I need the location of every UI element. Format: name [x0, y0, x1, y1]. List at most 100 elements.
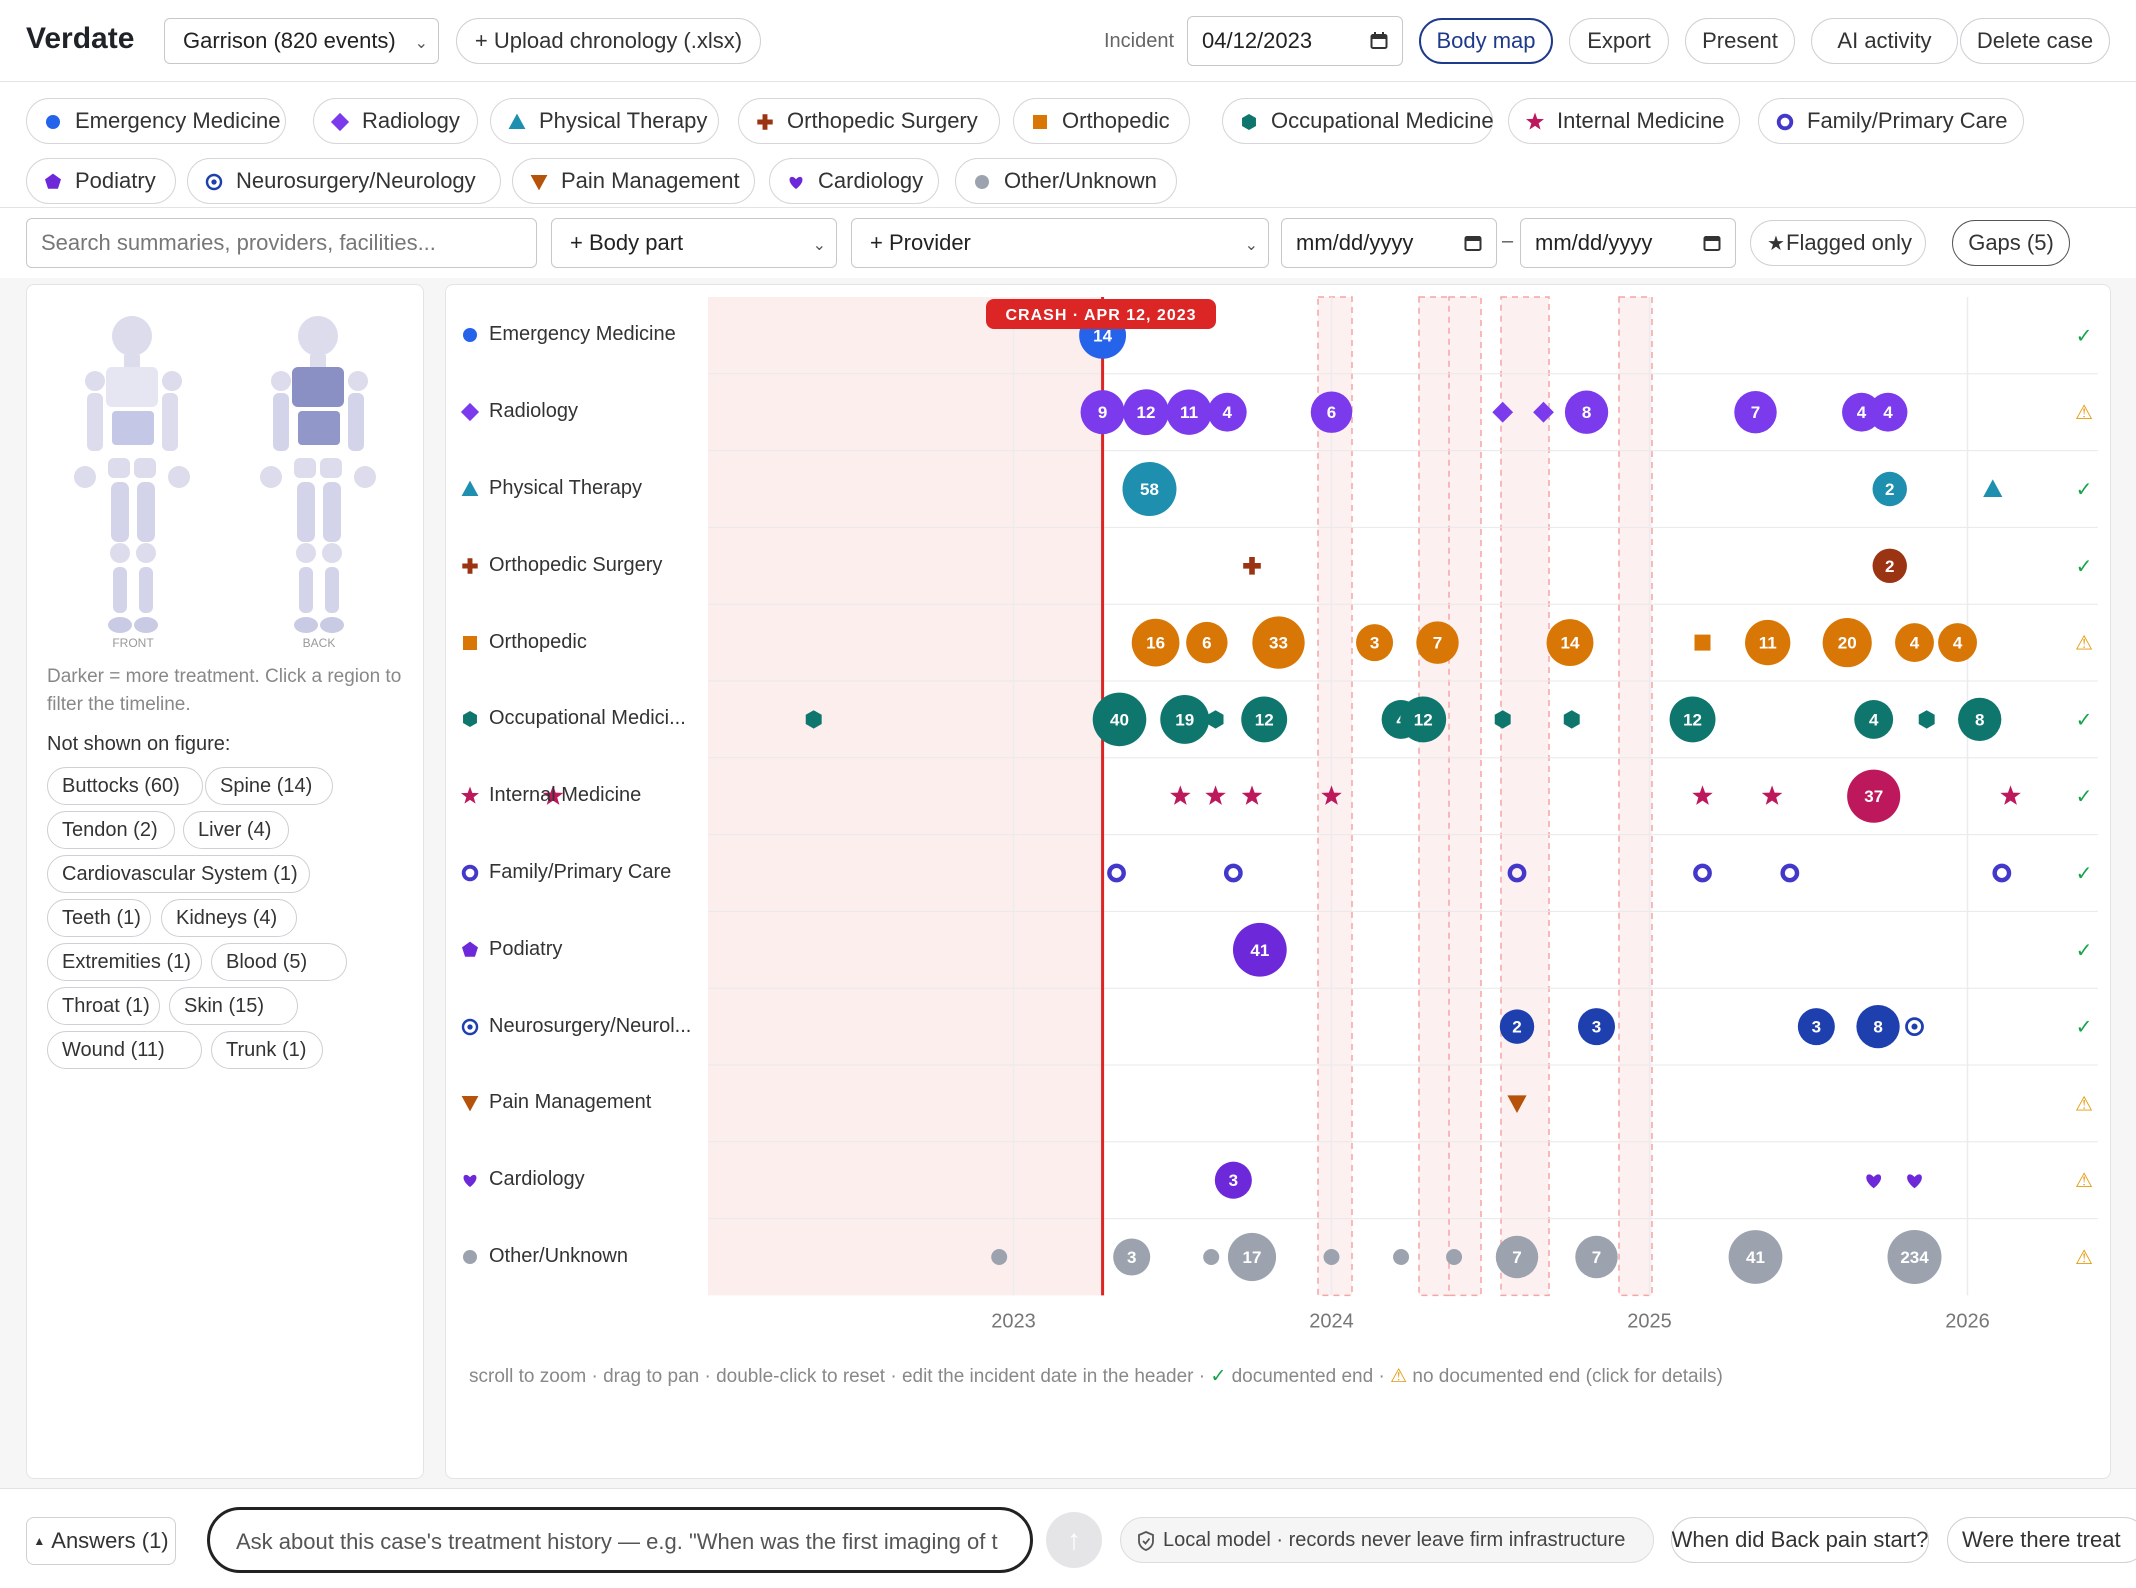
event-marker[interactable] — [1203, 1249, 1220, 1265]
event-marker[interactable] — [2000, 785, 2021, 805]
event-marker[interactable]: 4 — [1868, 392, 1908, 432]
event-marker[interactable]: 11 — [1166, 389, 1212, 435]
legend-chip-internal-medicine[interactable]: Internal Medicine — [1508, 98, 1740, 144]
suggestion-back-pain[interactable]: When did Back pain start? — [1671, 1517, 1929, 1563]
event-marker[interactable]: 8 — [1856, 1004, 1900, 1049]
ai-activity-button[interactable]: AI activity — [1811, 18, 1958, 64]
search-input[interactable]: Search summaries, providers, facilities.… — [26, 218, 537, 268]
event-marker[interactable]: 12 — [1400, 696, 1447, 743]
gap-band[interactable] — [1500, 296, 1550, 1297]
body-part-tag[interactable]: Kidneys (4) — [161, 899, 297, 937]
event-marker[interactable]: 7 — [1416, 621, 1459, 664]
event-marker[interactable] — [1992, 863, 2012, 883]
body-part-tag[interactable]: Wound (11) — [47, 1031, 202, 1069]
row-label[interactable]: Podiatry — [489, 938, 562, 961]
row-label[interactable]: Pain Management — [489, 1091, 651, 1114]
check-icon[interactable]: ✓ — [2076, 784, 2093, 808]
warning-icon[interactable]: ⚠ — [2075, 1168, 2093, 1192]
legend-chip-radiology[interactable]: Radiology — [313, 98, 478, 144]
row-label[interactable]: Other/Unknown — [489, 1245, 628, 1268]
event-marker[interactable]: 4 — [1854, 699, 1894, 739]
event-marker[interactable]: 3 — [1113, 1238, 1151, 1276]
body-map-button[interactable]: Body map — [1419, 18, 1553, 64]
event-marker[interactable]: 4 — [1207, 392, 1247, 432]
row-label[interactable]: Occupational Medici... — [489, 707, 686, 730]
event-marker[interactable]: 19 — [1160, 694, 1210, 744]
event-marker[interactable]: 41 — [1728, 1230, 1783, 1284]
suggestion-treatment[interactable]: Were there treat — [1947, 1517, 2136, 1563]
event-marker[interactable]: 58 — [1122, 462, 1177, 516]
event-marker[interactable]: 33 — [1252, 616, 1305, 669]
export-button[interactable]: Export — [1569, 18, 1669, 64]
warning-icon[interactable]: ⚠ — [2075, 1245, 2093, 1269]
body-part-tag[interactable]: Blood (5) — [211, 943, 347, 981]
event-marker[interactable]: 3 — [1797, 1008, 1835, 1046]
event-marker[interactable] — [1780, 863, 1800, 883]
event-marker[interactable]: 7 — [1734, 390, 1777, 434]
event-marker[interactable]: 7 — [1495, 1235, 1539, 1279]
legend-chip-physical-therapy[interactable]: Physical Therapy — [490, 98, 719, 144]
incident-date-input[interactable]: 04/12/2023 — [1187, 16, 1403, 66]
gap-band[interactable] — [1448, 296, 1482, 1297]
legend-chip-neurosurgery-neurology[interactable]: Neurosurgery/Neurology — [187, 158, 501, 204]
body-part-tag[interactable]: Buttocks (60) — [47, 767, 203, 805]
event-marker[interactable] — [1223, 863, 1243, 883]
event-marker[interactable] — [1905, 1017, 1924, 1036]
delete-case-button[interactable]: Delete case — [1960, 18, 2110, 64]
event-marker[interactable]: 40 — [1092, 692, 1147, 747]
check-icon[interactable]: ✓ — [2076, 554, 2093, 578]
row-label[interactable]: Physical Therapy — [489, 477, 642, 500]
check-icon[interactable]: ✓ — [2076, 707, 2093, 731]
event-marker[interactable]: 6 — [1310, 391, 1353, 433]
event-marker[interactable] — [1241, 785, 1263, 805]
event-marker[interactable]: 14 — [1546, 619, 1594, 667]
check-icon[interactable]: ✓ — [2076, 1015, 2093, 1039]
check-icon[interactable]: ✓ — [2076, 323, 2093, 347]
event-marker[interactable]: 37 — [1847, 769, 1901, 823]
event-marker[interactable]: 8 — [1564, 390, 1609, 434]
body-part-tag[interactable]: Skin (15) — [169, 987, 298, 1025]
send-button[interactable]: ↑ — [1046, 1512, 1102, 1568]
warning-icon[interactable]: ⚠ — [2075, 1091, 2093, 1115]
body-part-tag[interactable]: Throat (1) — [47, 987, 160, 1025]
event-marker[interactable]: 4 — [1895, 623, 1934, 663]
event-marker[interactable] — [1446, 1249, 1463, 1265]
event-marker[interactable]: 11 — [1745, 619, 1791, 666]
row-label[interactable]: Cardiology — [489, 1168, 585, 1191]
legend-chip-emergency-medicine[interactable]: Emergency Medicine — [26, 98, 286, 144]
warning-icon[interactable]: ⚠ — [2075, 631, 2093, 655]
event-marker[interactable] — [1907, 1174, 1922, 1189]
check-icon[interactable]: ✓ — [2076, 938, 2093, 962]
body-part-tag[interactable]: Liver (4) — [183, 811, 289, 849]
legend-chip-podiatry[interactable]: Podiatry — [26, 158, 176, 204]
event-marker[interactable]: 12 — [1241, 696, 1288, 743]
event-marker[interactable]: 6 — [1186, 621, 1228, 664]
row-label[interactable]: Orthopedic Surgery — [489, 554, 662, 577]
legend-chip-cardiology[interactable]: Cardiology — [769, 158, 939, 204]
gap-band[interactable] — [1418, 296, 1453, 1297]
event-marker[interactable]: 3 — [1577, 1008, 1616, 1046]
legend-chip-other-unknown[interactable]: Other/Unknown — [955, 158, 1177, 204]
event-marker[interactable] — [1693, 863, 1712, 883]
legend-chip-pain-management[interactable]: Pain Management — [512, 158, 755, 204]
check-icon[interactable]: ✓ — [2076, 477, 2093, 501]
event-marker[interactable]: 2 — [1872, 548, 1907, 584]
gap-band[interactable] — [1618, 296, 1653, 1297]
event-marker[interactable] — [1323, 1249, 1340, 1265]
event-marker[interactable]: 17 — [1227, 1232, 1277, 1282]
event-marker[interactable]: 20 — [1822, 618, 1872, 668]
event-marker[interactable]: 7 — [1575, 1235, 1618, 1279]
event-marker[interactable] — [1207, 710, 1224, 729]
event-marker[interactable]: 4 — [1938, 623, 1977, 663]
row-label[interactable]: Internal Medicine — [489, 784, 641, 807]
date-to-input[interactable]: mm/dd/yyyy — [1520, 218, 1736, 268]
event-marker[interactable] — [1205, 785, 1226, 805]
row-label[interactable]: Orthopedic — [489, 631, 587, 654]
event-marker[interactable]: 12 — [1669, 696, 1716, 743]
row-label[interactable]: Radiology — [489, 400, 578, 423]
event-marker[interactable]: 8 — [1958, 697, 2002, 742]
event-marker[interactable] — [1692, 785, 1713, 805]
ask-input[interactable]: Ask about this case's treatment history … — [207, 1507, 1033, 1573]
event-marker[interactable]: 12 — [1123, 389, 1169, 436]
body-part-tag[interactable]: Cardiovascular System (1) — [47, 855, 310, 893]
